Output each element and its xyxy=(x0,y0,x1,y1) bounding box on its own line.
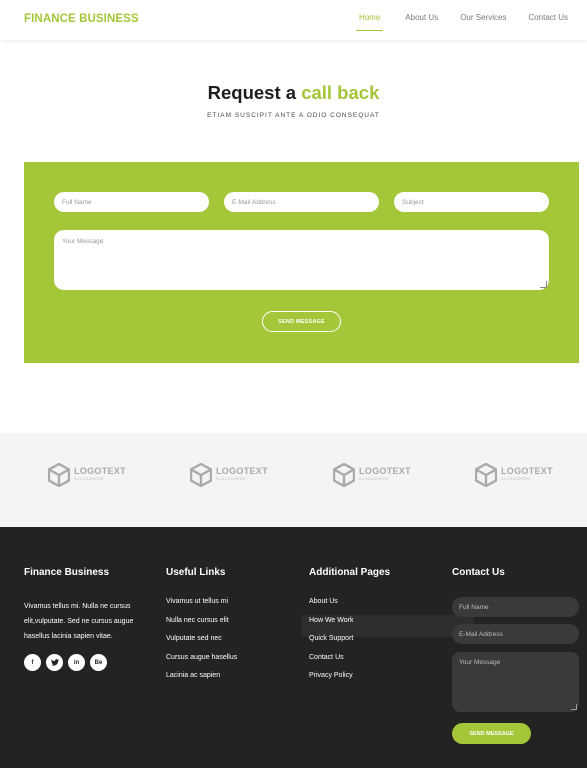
footer-useful-links-heading: Useful Links xyxy=(166,567,226,578)
request-title: Request a call back xyxy=(0,82,587,104)
nav-contact-us[interactable]: Contact Us xyxy=(528,13,568,31)
partner-logos: LOGOTEXT SLOGANHERE LOGOTEXT SLOGANHERE … xyxy=(0,433,587,527)
twitter-icon[interactable] xyxy=(46,654,63,671)
partner-logo[interactable]: LOGOTEXT SLOGANHERE xyxy=(475,463,557,487)
message-placeholder: Your Message xyxy=(62,238,104,245)
logo-text: LOGOTEXT xyxy=(74,466,126,476)
footer-link[interactable]: Nulla nec cursus elit xyxy=(166,616,237,635)
facebook-icon[interactable]: f xyxy=(24,654,41,671)
logo-slogan: SLOGANHERE xyxy=(359,477,390,481)
footer-message-placeholder: Your Message xyxy=(459,659,501,666)
site-footer: Finance Business Vivamus tellus mi. Null… xyxy=(0,527,587,768)
footer-additional-pages-heading: Additional Pages xyxy=(309,567,391,578)
footer-link[interactable]: Lacinia ac sapien xyxy=(166,671,237,690)
footer-message-field[interactable]: Your Message xyxy=(452,652,579,712)
nav-about-us[interactable]: About Us xyxy=(405,13,438,31)
footer-link[interactable]: Quick Support xyxy=(309,634,353,653)
footer-email-field[interactable]: E-Mail Address xyxy=(452,624,579,644)
footer-link[interactable]: Contact Us xyxy=(309,653,353,672)
cube-logo-icon xyxy=(190,463,212,487)
cube-logo-icon xyxy=(48,463,70,487)
brand-logo[interactable]: FINANCE BUSINESS xyxy=(24,13,139,25)
site-header: FINANCE BUSINESS Home About Us Our Servi… xyxy=(0,0,587,40)
resize-handle-icon[interactable] xyxy=(571,704,577,710)
send-message-button[interactable]: SEND MESSAGE xyxy=(262,311,341,332)
partner-logo[interactable]: LOGOTEXT SLOGANHERE xyxy=(48,463,130,487)
request-title-plain: Request a xyxy=(207,82,297,103)
cube-logo-icon xyxy=(333,463,355,487)
subject-field[interactable]: Subject xyxy=(394,192,549,212)
footer-send-message-button[interactable]: SEND MESSAGE xyxy=(452,723,531,744)
footer-link[interactable]: About Us xyxy=(309,597,353,616)
resize-handle-icon[interactable] xyxy=(540,281,547,288)
footer-full-name-field[interactable]: Full Name xyxy=(452,597,579,617)
nav-our-services[interactable]: Our Services xyxy=(460,13,506,31)
partner-logo[interactable]: LOGOTEXT SLOGANHERE xyxy=(333,463,415,487)
full-name-field[interactable]: Full Name xyxy=(54,192,209,212)
footer-link[interactable]: How We Work xyxy=(309,616,353,635)
logo-slogan: SLOGANHERE xyxy=(216,477,247,481)
nav-home[interactable]: Home xyxy=(355,13,384,31)
behance-icon[interactable]: Be xyxy=(90,654,107,671)
request-title-accent: call back xyxy=(301,82,380,103)
logo-text: LOGOTEXT xyxy=(216,466,268,476)
cube-logo-icon xyxy=(475,463,497,487)
logo-slogan: SLOGANHERE xyxy=(501,477,532,481)
request-subtitle: ETIAM SUSCIPIT ANTE A ODIO CONSEQUAT xyxy=(207,112,380,119)
useful-links-list: Vivamus ut tellus mi Nulla nec cursus el… xyxy=(166,597,237,690)
linkedin-icon[interactable]: in xyxy=(68,654,85,671)
partner-logo[interactable]: LOGOTEXT SLOGANHERE xyxy=(190,463,272,487)
footer-about-heading: Finance Business xyxy=(24,567,110,578)
footer-contact-heading: Contact Us xyxy=(452,567,505,578)
message-field[interactable]: Your Message xyxy=(54,230,549,290)
social-links: f in Be xyxy=(24,654,107,671)
logo-slogan: SLOGANHERE xyxy=(74,477,105,481)
footer-about-text: Vivamus tellus mi. Nulla ne cursus elit,… xyxy=(24,603,134,640)
email-field[interactable]: E-Mail Address xyxy=(224,192,379,212)
footer-link[interactable]: Vulputate sed nec xyxy=(166,634,237,653)
main-nav: Home About Us Our Services Contact Us xyxy=(334,13,568,31)
logo-text: LOGOTEXT xyxy=(359,466,411,476)
footer-link[interactable]: Cursus augue hasellus xyxy=(166,653,237,672)
footer-link[interactable]: Vivamus ut tellus mi xyxy=(166,597,237,616)
additional-pages-list: About Us How We Work Quick Support Conta… xyxy=(309,597,353,690)
footer-link[interactable]: Privacy Policy xyxy=(309,671,353,690)
callback-form: Full Name E-Mail Address Subject Your Me… xyxy=(24,162,579,363)
logo-text: LOGOTEXT xyxy=(501,466,553,476)
